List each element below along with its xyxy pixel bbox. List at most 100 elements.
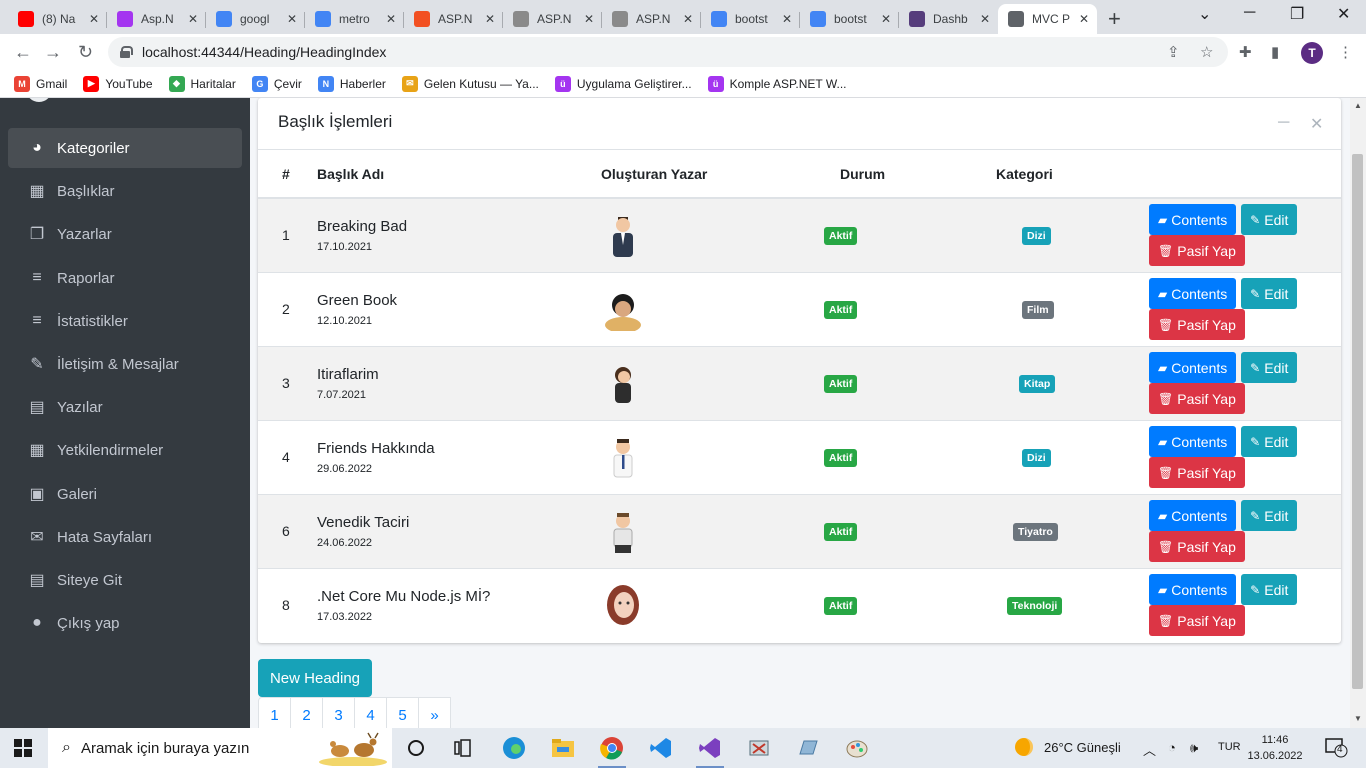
close-tab-icon[interactable]: ✕ [285,12,299,26]
bookmark-item[interactable]: ▶ YouTube [83,75,153,92]
reload-icon[interactable]: ↻ [78,42,93,63]
contents-button[interactable]: ▰ Contents [1149,574,1237,606]
new-heading-button[interactable]: New Heading [258,659,372,697]
profile-avatar[interactable]: T [1301,42,1323,64]
page-link[interactable]: 3 [322,697,355,728]
close-icon[interactable]: ✕ [1310,114,1323,134]
passive-button[interactable]: 🗑 Pasif Yap [1149,531,1245,562]
weather-text[interactable]: 26°C Güneşli [1044,740,1121,755]
sidebar-item[interactable]: ≡ Raporlar [8,258,242,298]
close-tab-icon[interactable]: ✕ [384,12,398,26]
minimize-button[interactable]: ─ [1244,4,1255,22]
page-link[interactable]: 5 [386,697,419,728]
share-icon[interactable]: ⇪ [1167,43,1180,61]
side-panel-icon[interactable]: ▮ [1271,43,1279,61]
page-link[interactable]: 1 [258,697,291,728]
bookmark-item[interactable]: ü Komple ASP.NET W... [707,75,847,92]
back-icon[interactable]: ← [14,42,32,63]
close-tab-icon[interactable]: ✕ [87,12,101,26]
close-tab-icon[interactable]: ✕ [681,12,695,26]
edit-button[interactable]: ✎ Edit [1241,426,1298,457]
visual-studio-icon[interactable] [696,734,724,768]
forward-icon[interactable]: → [44,42,62,63]
page-link[interactable]: 2 [290,697,323,728]
sidebar-item[interactable]: ● Çıkış yap [8,603,242,643]
edit-button[interactable]: ✎ Edit [1241,278,1298,309]
chrome-icon[interactable] [598,734,626,768]
edit-button[interactable]: ✎ Edit [1241,500,1298,531]
sidebar-item[interactable]: ◕ Kategoriler [8,128,242,168]
close-tab-icon[interactable]: ✕ [582,12,596,26]
browser-tab[interactable]: googl ✕ [206,4,305,34]
menu-icon[interactable]: ⋮ [1338,43,1353,61]
edit-button[interactable]: ✎ Edit [1241,574,1298,606]
passive-button[interactable]: 🗑 Pasif Yap [1149,605,1245,637]
sidebar-item[interactable]: ▤ Siteye Git [8,560,242,600]
contents-button[interactable]: ▰ Contents [1149,500,1237,531]
browser-tab[interactable]: MVC P ✕ [998,4,1097,34]
scroll-down-icon[interactable]: ▼ [1354,714,1362,723]
close-tab-icon[interactable]: ✕ [186,12,200,26]
sql-server-icon[interactable] [794,734,822,762]
taskbar-search-box[interactable]: ⌕ Aramak için buraya yazın [48,728,392,768]
language-indicator[interactable]: TUR [1218,741,1241,753]
close-tab-icon[interactable]: ✕ [879,12,893,26]
bookmark-item[interactable]: ü Uygulama Geliştirer... [554,75,692,92]
cortana-icon[interactable] [402,734,430,762]
bookmark-star-icon[interactable]: ☆ [1200,43,1213,61]
passive-button[interactable]: 🗑 Pasif Yap [1149,309,1245,340]
browser-tab[interactable]: bootst ✕ [701,4,800,34]
bookmark-item[interactable]: ✉ Gelen Kutusu — Ya... [401,75,539,92]
maximize-button[interactable]: ❐ [1290,4,1304,24]
file-explorer-icon[interactable] [549,734,577,762]
page-link[interactable]: 4 [354,697,387,728]
sidebar-item[interactable]: ≡ İstatistikler [8,301,242,341]
contents-button[interactable]: ▰ Contents [1149,352,1237,383]
passive-button[interactable]: 🗑 Pasif Yap [1149,235,1245,267]
contents-button[interactable]: ▰ Contents [1149,278,1237,309]
snipping-tool-icon[interactable] [745,734,773,762]
bookmark-item[interactable]: ◆ Haritalar [168,75,236,92]
address-bar[interactable]: localhost:44344/Heading/HeadingIndex [108,37,1228,67]
page-scrollbar[interactable]: ▲ ▼ [1350,98,1366,728]
sidebar-item[interactable]: ✉ Hata Sayfaları [8,517,242,557]
collapse-icon[interactable]: ─ [1278,114,1289,132]
network-icon[interactable]: ◔ [1168,740,1176,755]
page-link[interactable]: » [418,697,451,728]
tab-search-icon[interactable]: ⌄ [1198,4,1211,24]
edit-button[interactable]: ✎ Edit [1241,204,1298,236]
bookmark-item[interactable]: G Çevir [251,75,302,92]
close-window-button[interactable]: ✕ [1337,4,1350,24]
close-tab-icon[interactable]: ✕ [483,12,497,26]
sidebar-item[interactable]: ✎ İletişim & Mesajlar [8,344,242,384]
sidebar-item[interactable]: ▦ Yetkilendirmeler [8,430,242,470]
browser-tab[interactable]: bootst ✕ [800,4,899,34]
browser-tab[interactable]: (8) Na ✕ [8,4,107,34]
close-tab-icon[interactable]: ✕ [1077,12,1091,26]
contents-button[interactable]: ▰ Contents [1149,204,1237,236]
passive-button[interactable]: 🗑 Pasif Yap [1149,457,1245,488]
edit-button[interactable]: ✎ Edit [1241,352,1298,383]
paint-icon[interactable] [843,734,871,762]
task-view-icon[interactable] [450,734,478,762]
bookmark-item[interactable]: N Haberler [317,75,386,92]
sidebar-item[interactable]: ▤ Yazılar [8,387,242,427]
browser-tab[interactable]: metro ✕ [305,4,404,34]
browser-tab[interactable]: ASP.N ✕ [503,4,602,34]
notifications-icon[interactable] [1324,736,1348,761]
close-tab-icon[interactable]: ✕ [978,12,992,26]
contents-button[interactable]: ▰ Contents [1149,426,1237,457]
scroll-up-icon[interactable]: ▲ [1354,101,1362,110]
vscode-icon[interactable] [647,734,675,762]
browser-tab[interactable]: ASP.N ✕ [404,4,503,34]
weather-icon[interactable] [1013,736,1035,761]
system-clock[interactable]: 11:46 13.06.2022 [1240,732,1310,764]
new-tab-button[interactable]: + [1108,6,1121,32]
sidebar-item[interactable]: ❐ Yazarlar [8,214,242,254]
volume-icon[interactable]: 🕪 [1190,740,1198,756]
show-hidden-icons[interactable]: ︿ [1143,740,1156,759]
sidebar-item[interactable]: ▦ Başlıklar [8,171,242,211]
passive-button[interactable]: 🗑 Pasif Yap [1149,383,1245,414]
brand-logo[interactable] [26,98,52,102]
bookmark-item[interactable]: M Gmail [14,75,67,92]
